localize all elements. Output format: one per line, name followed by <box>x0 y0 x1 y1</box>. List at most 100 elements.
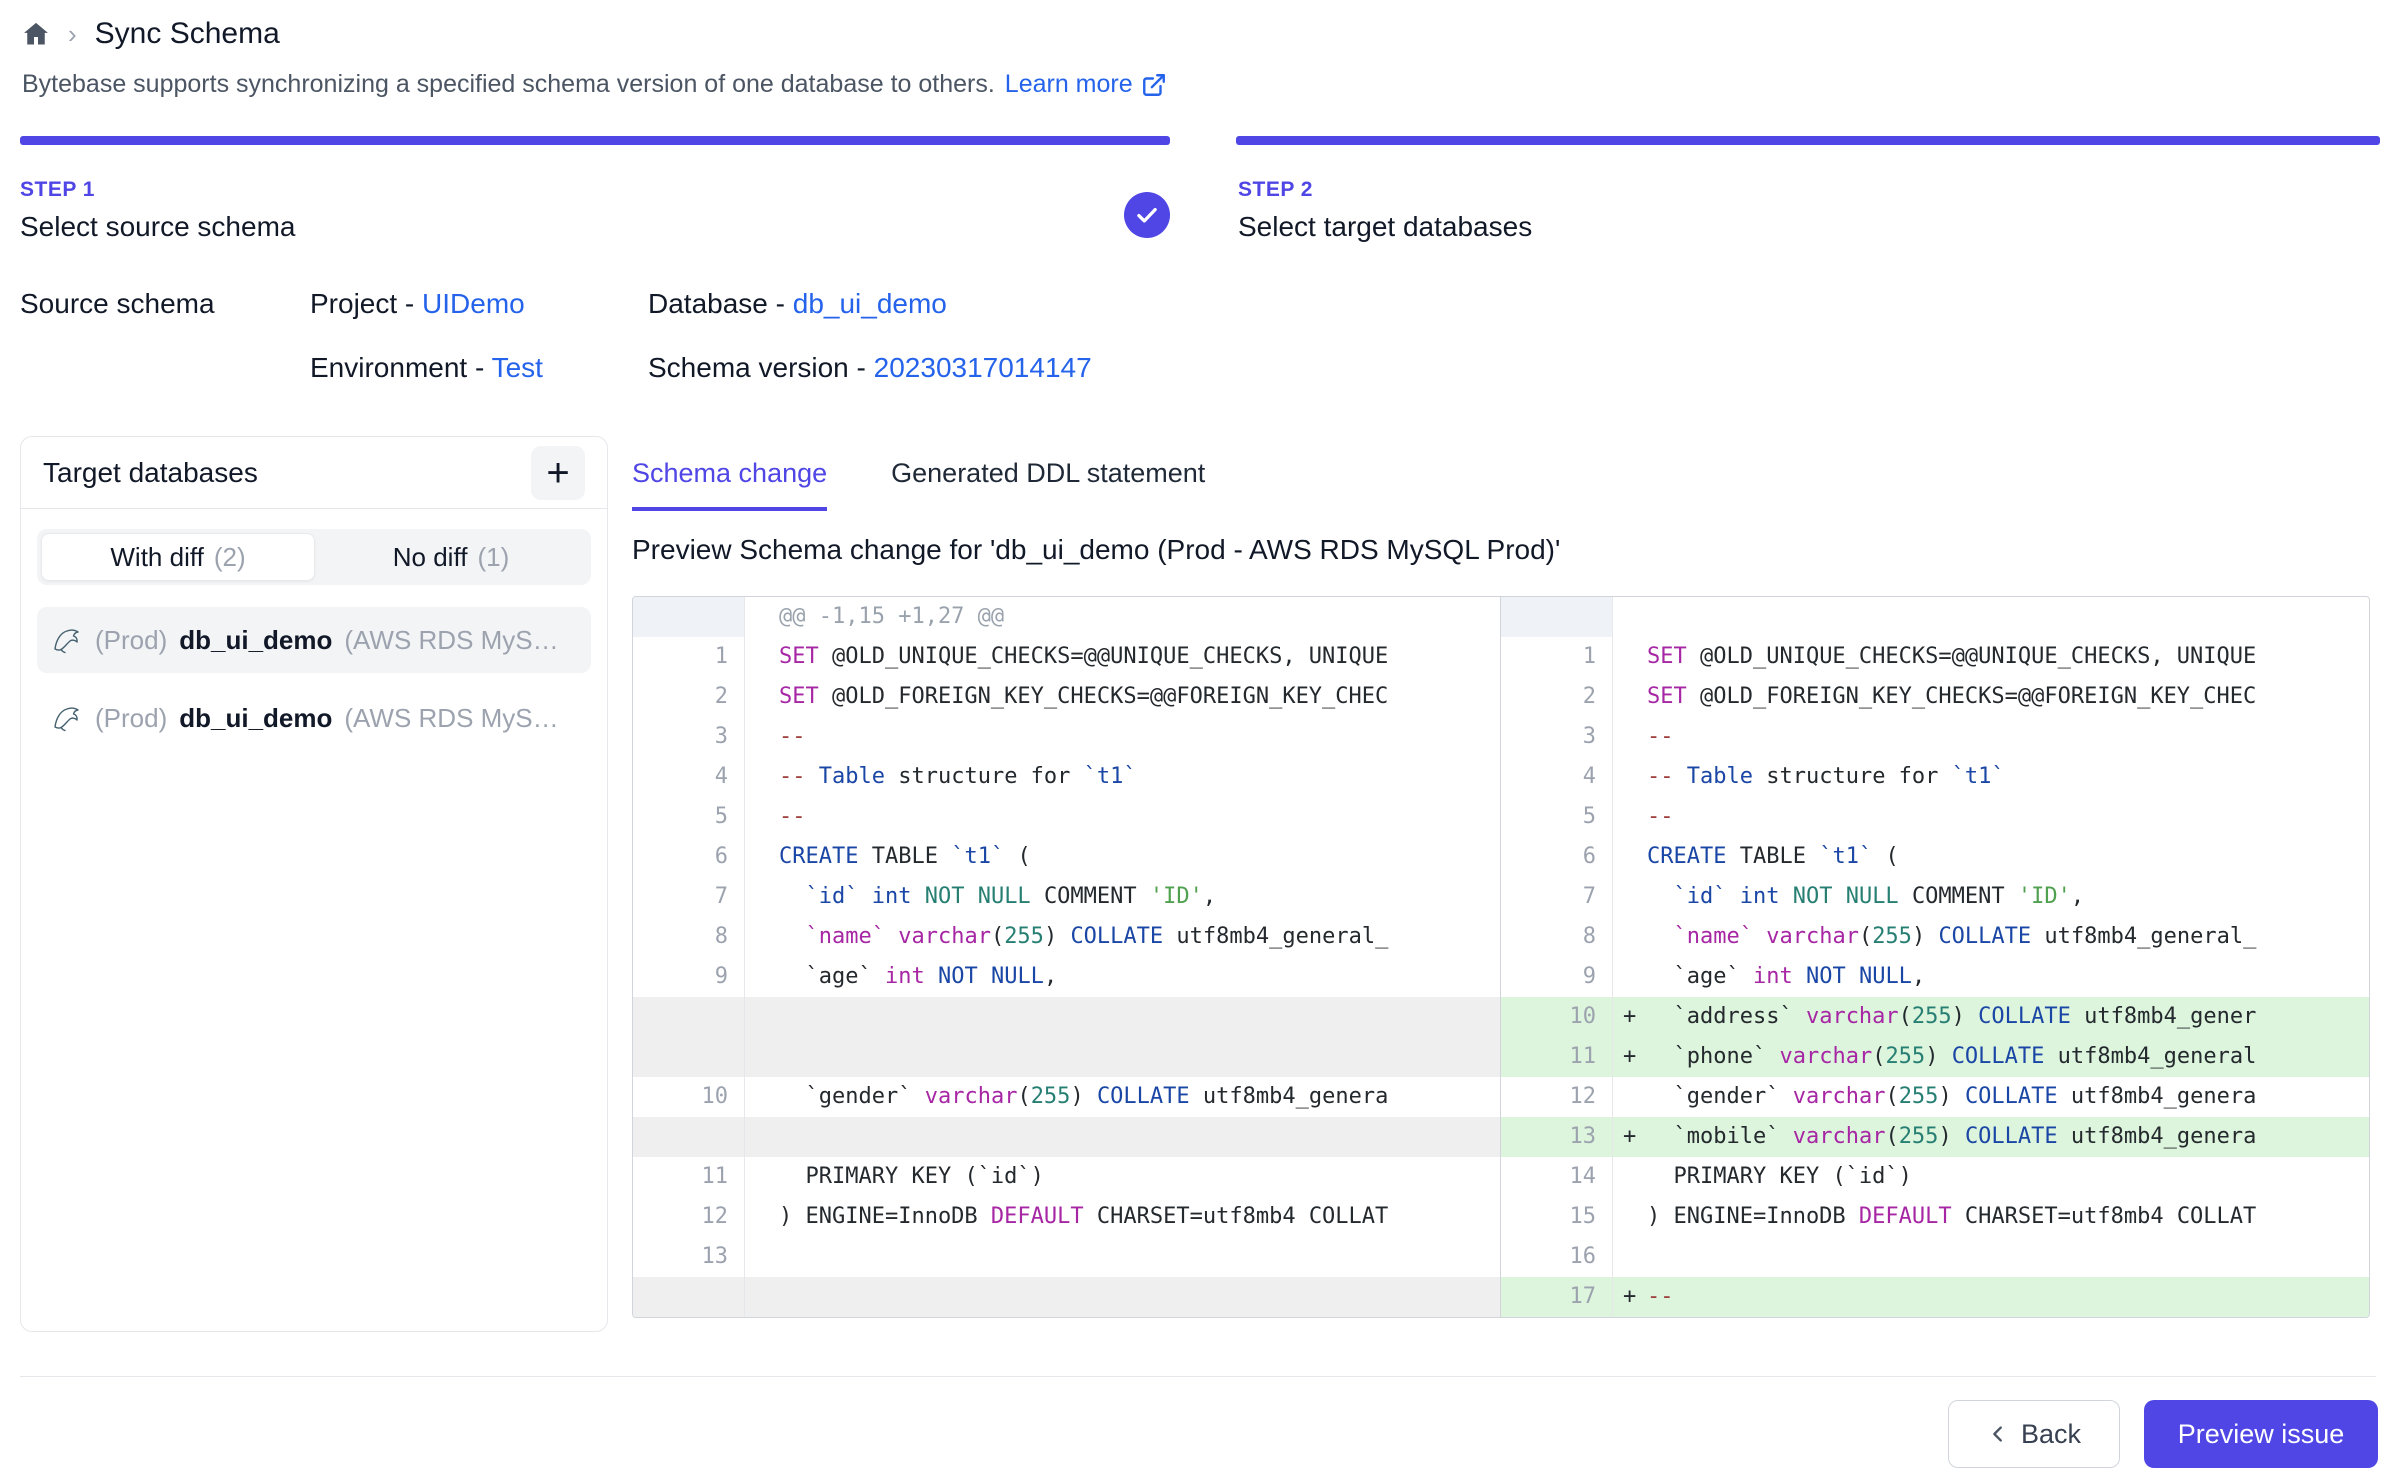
diff-line-number: 7 <box>1501 877 1613 917</box>
diff-code <box>1647 597 2369 637</box>
diff-sign <box>1613 1197 1647 1237</box>
step1-progress-bar <box>20 136 1170 145</box>
diff-line-number: 15 <box>1501 1197 1613 1237</box>
diff-row: 13 <box>633 1237 1500 1277</box>
diff-code: -- <box>1647 1277 2369 1317</box>
diff-sign <box>745 757 779 797</box>
diff-code: -- <box>1647 717 2369 757</box>
diff-sign <box>1613 837 1647 877</box>
diff-line-number: 11 <box>1501 1037 1613 1077</box>
footer-divider <box>20 1376 2376 1377</box>
chevron-left-icon <box>1987 1423 2009 1445</box>
diff-code: -- <box>779 717 1500 757</box>
diff-line-number: 4 <box>1501 757 1613 797</box>
diff-line-number: 10 <box>633 1077 745 1117</box>
diff-row: 3 -- <box>1501 717 2369 757</box>
database-link[interactable]: db_ui_demo <box>793 288 947 319</box>
diff-code <box>779 1237 1500 1277</box>
diff-sign <box>745 1077 779 1117</box>
mysql-dolphin-icon <box>51 624 83 656</box>
step2-title: Select target databases <box>1238 211 1532 243</box>
diff-line-number <box>633 1277 745 1317</box>
diff-line-number <box>633 997 745 1037</box>
diff-sign <box>745 797 779 837</box>
source-project: Project - UIDemo <box>310 288 648 320</box>
tab-generated-ddl[interactable]: Generated DDL statement <box>891 458 1205 511</box>
diff-sign <box>1613 1237 1647 1277</box>
diff-line-number: 7 <box>633 877 745 917</box>
diff-sign <box>1613 1077 1647 1117</box>
diff-sign <box>1613 597 1647 637</box>
diff-code: `id` int NOT NULL COMMENT 'ID', <box>1647 877 2369 917</box>
diff-sign <box>745 677 779 717</box>
diff-filler-row <box>633 1037 1500 1077</box>
diff-filler-row <box>633 997 1500 1037</box>
diff-sign <box>745 997 779 1037</box>
diff-line-number: 3 <box>1501 717 1613 757</box>
diff-sign: + <box>1613 1117 1647 1157</box>
diff-sign <box>745 1117 779 1157</box>
diff-code: -- Table structure for `t1` <box>779 757 1500 797</box>
target-database-item[interactable]: (Prod) db_ui_demo (AWS RDS MyS… <box>37 685 591 751</box>
diff-filler-row <box>633 1277 1500 1317</box>
tab-no-diff[interactable]: No diff (1) <box>315 533 587 581</box>
step1-title: Select source schema <box>20 211 295 243</box>
chevron-right-icon: › <box>68 19 77 50</box>
diff-row: 12 `gender` varchar(255) COLLATE utf8mb4… <box>1501 1077 2369 1117</box>
project-link[interactable]: UIDemo <box>422 288 525 319</box>
diff-line-number: 12 <box>1501 1077 1613 1117</box>
step1-label: STEP 1 <box>20 178 295 202</box>
diff-row: 12 ) ENGINE=InnoDB DEFAULT CHARSET=utf8mb… <box>633 1197 1500 1237</box>
diff-pane-old[interactable]: @@ -1,15 +1,27 @@1SET @OLD_UNIQUE_CHECKS… <box>633 597 1501 1317</box>
diff-sign <box>1613 957 1647 997</box>
step2-label: STEP 2 <box>1238 178 1532 202</box>
diff-line-number: 9 <box>1501 957 1613 997</box>
diff-line-number <box>633 597 745 637</box>
target-databases-title: Target databases <box>43 457 258 489</box>
diff-sign <box>745 1037 779 1077</box>
diff-row: 8 `name` varchar(255) COLLATE utf8mb4_ge… <box>1501 917 2369 957</box>
diff-sign <box>745 1157 779 1197</box>
diff-code: SET @OLD_FOREIGN_KEY_CHECKS=@@FOREIGN_KE… <box>779 677 1500 717</box>
diff-sign <box>745 917 779 957</box>
diff-code: ) ENGINE=InnoDB DEFAULT CHARSET=utf8mb4 … <box>779 1197 1500 1237</box>
diff-sign <box>745 1197 779 1237</box>
diff-line-number: 13 <box>1501 1117 1613 1157</box>
tab-with-diff[interactable]: With diff (2) <box>41 533 315 581</box>
diff-line-number: 12 <box>633 1197 745 1237</box>
back-button[interactable]: Back <box>1948 1400 2120 1468</box>
diff-row: 6 CREATE TABLE `t1` ( <box>1501 837 2369 877</box>
external-link-icon <box>1141 72 1167 98</box>
diff-hunk-header-row: @@ -1,15 +1,27 @@ <box>633 597 1500 637</box>
diff-code: ) ENGINE=InnoDB DEFAULT CHARSET=utf8mb4 … <box>1647 1197 2369 1237</box>
diff-line-number: 3 <box>633 717 745 757</box>
diff-line-number: 13 <box>633 1237 745 1277</box>
preview-issue-button[interactable]: Preview issue <box>2144 1400 2378 1468</box>
add-database-button[interactable]: + <box>531 446 585 500</box>
diff-row: 1SET @OLD_UNIQUE_CHECKS=@@UNIQUE_CHECKS,… <box>633 637 1500 677</box>
diff-line-number <box>1501 597 1613 637</box>
diff-row: 9 `age` int NOT NULL, <box>633 957 1500 997</box>
diff-sign <box>1613 797 1647 837</box>
diff-row: 8 `name` varchar(255) COLLATE utf8mb4_ge… <box>633 917 1500 957</box>
diff-sign <box>1613 757 1647 797</box>
diff-line-number: 6 <box>1501 837 1613 877</box>
target-database-item[interactable]: (Prod) db_ui_demo (AWS RDS MyS… <box>37 607 591 673</box>
diff-row: 9 `age` int NOT NULL, <box>1501 957 2369 997</box>
diff-code: SET @OLD_FOREIGN_KEY_CHECKS=@@FOREIGN_KE… <box>1647 677 2369 717</box>
diff-line-number: 16 <box>1501 1237 1613 1277</box>
diff-pane-new[interactable]: 1SET @OLD_UNIQUE_CHECKS=@@UNIQUE_CHECKS,… <box>1501 597 2369 1317</box>
learn-more-link[interactable]: Learn more <box>1005 70 1167 99</box>
diff-code <box>779 1117 1500 1157</box>
environment-link[interactable]: Test <box>492 352 543 383</box>
schema-version-link[interactable]: 20230317014147 <box>874 352 1092 383</box>
diff-code: SET @OLD_UNIQUE_CHECKS=@@UNIQUE_CHECKS, … <box>779 637 1500 677</box>
home-icon[interactable] <box>22 20 50 48</box>
diff-sign <box>745 717 779 757</box>
tab-schema-change[interactable]: Schema change <box>632 458 827 511</box>
preview-tabs: Schema change Generated DDL statement <box>632 458 1205 511</box>
diff-sign: + <box>1613 997 1647 1037</box>
diff-code: CREATE TABLE `t1` ( <box>1647 837 2369 877</box>
diff-row: 15 ) ENGINE=InnoDB DEFAULT CHARSET=utf8mb… <box>1501 1197 2369 1237</box>
diff-line-number: 10 <box>1501 997 1613 1037</box>
